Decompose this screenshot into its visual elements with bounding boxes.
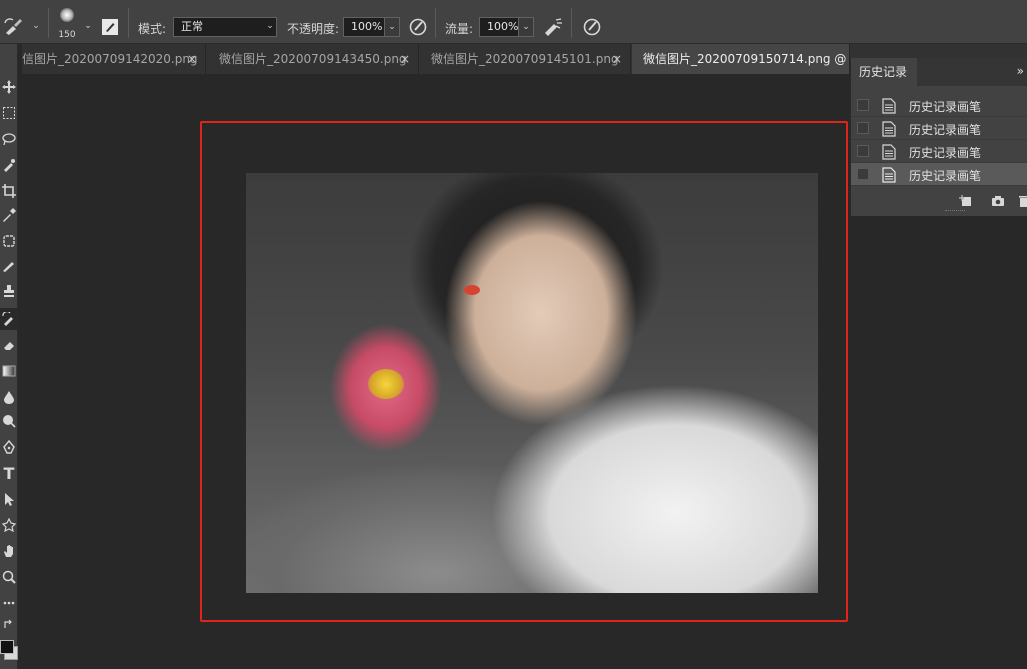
zoom-tool-icon[interactable] bbox=[0, 566, 18, 588]
clone-stamp-tool-icon[interactable] bbox=[0, 280, 18, 302]
crop-tool-icon[interactable] bbox=[0, 180, 18, 202]
document-state-icon bbox=[882, 167, 896, 183]
tab-title: 微信图片_20200709150714.png @ 75 bbox=[643, 52, 850, 66]
marquee-tool-icon[interactable] bbox=[0, 102, 18, 124]
eraser-tool-icon[interactable] bbox=[0, 334, 18, 356]
tab-history[interactable]: 历史记录 bbox=[851, 58, 917, 86]
lasso-tool-icon[interactable] bbox=[0, 128, 18, 150]
history-state-label: 历史记录画笔 bbox=[909, 100, 982, 114]
brush-size: 150 bbox=[58, 30, 76, 40]
history-source-checkbox[interactable] bbox=[857, 145, 869, 157]
healing-brush-tool-icon[interactable] bbox=[0, 230, 18, 252]
history-state[interactable]: 历史记录画笔 bbox=[851, 94, 1027, 117]
history-state-label: 历史记录画笔 bbox=[909, 123, 982, 137]
gradient-tool-icon[interactable] bbox=[0, 360, 18, 382]
tab-document-2[interactable]: 微信图片_20200709143450.png × bbox=[207, 44, 419, 74]
custom-shape-tool-icon[interactable] bbox=[0, 514, 18, 536]
flow-input[interactable]: 100% bbox=[479, 17, 519, 37]
hand-tool-icon[interactable] bbox=[0, 540, 18, 562]
tab-document-3[interactable]: 微信图片_20200709145101.png × bbox=[420, 44, 631, 74]
pressure-size-icon[interactable] bbox=[580, 14, 604, 40]
blend-mode-chevron-icon[interactable]: ⌄ bbox=[262, 17, 278, 37]
separator bbox=[571, 8, 572, 38]
document-state-icon bbox=[882, 144, 896, 160]
tab-document-4-active[interactable]: 微信图片_20200709150714.png @ 75 bbox=[632, 44, 850, 74]
brush-picker-dropdown-icon[interactable]: ⌄ bbox=[80, 17, 96, 37]
panel-tab-strip: 历史记录 » bbox=[851, 58, 1027, 86]
tab-title: 微信图片_20200709143450.png bbox=[219, 52, 407, 66]
foreground-color-swatch[interactable] bbox=[0, 640, 14, 654]
close-icon[interactable]: × bbox=[612, 44, 622, 74]
history-source-checkbox[interactable] bbox=[857, 168, 869, 180]
panel-resize-grip[interactable] bbox=[945, 210, 965, 213]
tools-panel: T bbox=[0, 44, 18, 669]
new-document-from-state-icon[interactable] bbox=[959, 194, 973, 208]
quick-selection-tool-icon[interactable] bbox=[0, 154, 18, 176]
tab-document-1[interactable]: 信图片_20200709142020.png × bbox=[22, 44, 206, 74]
trash-icon[interactable] bbox=[1017, 194, 1027, 208]
opacity-dropdown-icon[interactable]: ⌄ bbox=[384, 17, 400, 37]
opacity-label: 不透明度: bbox=[287, 22, 340, 36]
move-tool-icon[interactable] bbox=[0, 76, 18, 98]
history-brush-tool-icon[interactable] bbox=[0, 308, 18, 330]
close-icon[interactable]: × bbox=[400, 44, 410, 74]
preset-dropdown-icon[interactable]: ⌄ bbox=[28, 17, 44, 37]
panel-collapse-icon[interactable]: » bbox=[1017, 64, 1024, 78]
history-panel: 历史记录 » 历史记录画笔 历史记录画笔 历史记录画笔 历史记录画笔 bbox=[850, 58, 1027, 216]
brush-tip-icon bbox=[60, 8, 74, 22]
mode-label: 模式: bbox=[138, 22, 167, 36]
selection-outline bbox=[200, 121, 848, 622]
history-source-checkbox[interactable] bbox=[857, 122, 869, 134]
separator bbox=[435, 8, 436, 38]
camera-snapshot-icon[interactable] bbox=[991, 194, 1005, 208]
airbrush-icon[interactable] bbox=[541, 14, 565, 40]
pressure-opacity-icon[interactable] bbox=[406, 14, 430, 40]
close-icon[interactable]: × bbox=[187, 44, 197, 74]
eyedropper-tool-icon[interactable] bbox=[0, 204, 18, 226]
tab-title: 微信图片_20200709145101.png bbox=[431, 52, 619, 66]
history-state[interactable]: 历史记录画笔 bbox=[851, 140, 1027, 163]
history-state[interactable]: 历史记录画笔 bbox=[851, 117, 1027, 140]
history-panel-footer bbox=[851, 186, 1027, 216]
history-state-current[interactable]: 历史记录画笔 bbox=[851, 163, 1027, 186]
brush-tool-icon[interactable] bbox=[0, 254, 18, 276]
options-bar: ⌄ 150 ⌄ 模式: 正常 ⌄ 不透明度: 100% ⌄ 流量: 100% ⌄ bbox=[0, 0, 1027, 44]
opacity-input[interactable]: 100% bbox=[343, 17, 385, 37]
brush-preview[interactable]: 150 bbox=[54, 6, 80, 40]
tab-title: 信图片_20200709142020.png bbox=[22, 52, 198, 66]
document-state-icon bbox=[882, 98, 896, 114]
flow-label: 流量: bbox=[445, 22, 474, 36]
more-tools-icon[interactable] bbox=[0, 592, 18, 614]
type-tool-icon[interactable]: T bbox=[0, 462, 18, 484]
history-source-checkbox[interactable] bbox=[857, 99, 869, 111]
path-selection-tool-icon[interactable] bbox=[0, 488, 18, 510]
flow-dropdown-icon[interactable]: ⌄ bbox=[518, 17, 534, 37]
dodge-tool-icon[interactable] bbox=[0, 410, 18, 432]
history-brush-preset-icon[interactable] bbox=[2, 14, 26, 40]
history-state-label: 历史记录画笔 bbox=[909, 146, 982, 160]
pen-tool-icon[interactable] bbox=[0, 436, 18, 458]
history-state-label: 历史记录画笔 bbox=[909, 169, 982, 183]
separator bbox=[48, 8, 49, 38]
document-state-icon bbox=[882, 121, 896, 137]
swap-colors-icon[interactable] bbox=[0, 614, 18, 636]
brush-settings-icon[interactable] bbox=[98, 14, 122, 40]
blur-tool-icon[interactable] bbox=[0, 386, 18, 408]
separator bbox=[128, 8, 129, 38]
